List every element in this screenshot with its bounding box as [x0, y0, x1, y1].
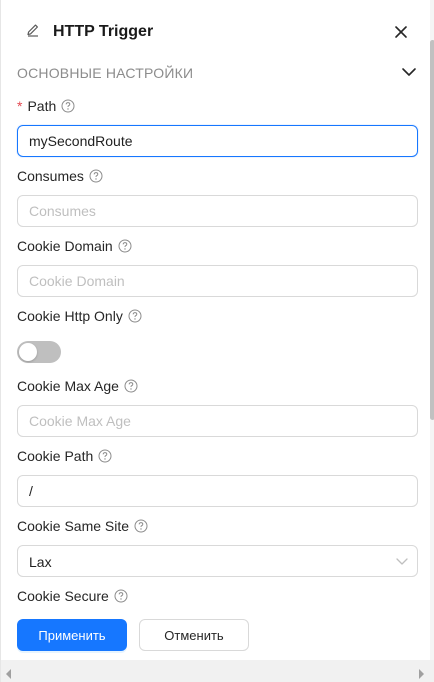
- section-title: ОСНОВНЫЕ НАСТРОЙКИ: [17, 65, 194, 81]
- cookie-same-site-label: Cookie Same Site: [17, 517, 148, 535]
- chevron-down-icon: [395, 554, 409, 568]
- cookie-max-age-label-text: Cookie Max Age: [17, 378, 119, 394]
- cookie-domain-label-text: Cookie Domain: [17, 238, 113, 254]
- consumes-input[interactable]: [17, 195, 418, 227]
- path-label-text: Path: [27, 98, 57, 114]
- consumes-label: Consumes: [17, 167, 103, 185]
- cookie-same-site-label-text: Cookie Same Site: [17, 518, 130, 534]
- cookie-secure-label-text: Cookie Secure: [17, 588, 109, 604]
- cookie-same-site-select[interactable]: Lax: [17, 545, 418, 577]
- cookie-same-site-value: Lax: [29, 554, 52, 570]
- close-icon[interactable]: [391, 22, 411, 42]
- scroll-left-icon[interactable]: [5, 666, 13, 679]
- question-circle-icon[interactable]: [124, 379, 138, 393]
- scroll-right-icon[interactable]: [417, 666, 425, 679]
- question-circle-icon[interactable]: [118, 239, 132, 253]
- cancel-button[interactable]: Отменить: [139, 619, 249, 651]
- vertical-scrollbar-thumb[interactable]: [430, 40, 434, 420]
- cookie-max-age-label: Cookie Max Age: [17, 377, 138, 395]
- cookie-path-label-text: Cookie Path: [17, 448, 94, 464]
- path-label: * Path: [17, 97, 75, 115]
- question-circle-icon[interactable]: [98, 449, 112, 463]
- question-circle-icon[interactable]: [114, 589, 128, 603]
- cookie-domain-label: Cookie Domain: [17, 237, 132, 255]
- cookie-domain-input[interactable]: [17, 265, 418, 297]
- cookie-http-only-toggle[interactable]: [17, 341, 61, 363]
- cookie-http-only-label: Cookie Http Only: [17, 307, 142, 325]
- apply-button[interactable]: Применить: [17, 619, 127, 651]
- edit-icon[interactable]: [25, 22, 41, 38]
- question-circle-icon[interactable]: [89, 169, 103, 183]
- question-circle-icon[interactable]: [128, 309, 142, 323]
- horizontal-scrollbar-thumb[interactable]: [15, 664, 415, 678]
- question-circle-icon[interactable]: [61, 99, 75, 113]
- cookie-path-label: Cookie Path: [17, 447, 112, 465]
- cookie-path-input[interactable]: [17, 475, 418, 507]
- horizontal-scrollbar[interactable]: [1, 660, 434, 682]
- required-mark: *: [17, 98, 23, 114]
- cookie-max-age-input[interactable]: [17, 405, 418, 437]
- section-header-basic-settings[interactable]: ОСНОВНЫЕ НАСТРОЙКИ: [17, 62, 419, 84]
- path-input[interactable]: [17, 125, 418, 157]
- consumes-label-text: Consumes: [17, 168, 84, 184]
- panel-header: HTTP Trigger: [1, 0, 429, 60]
- cookie-secure-label: Cookie Secure: [17, 587, 128, 605]
- panel-title: HTTP Trigger: [53, 23, 154, 40]
- cookie-http-only-label-text: Cookie Http Only: [17, 308, 123, 324]
- toggle-knob: [19, 343, 37, 361]
- vertical-scrollbar[interactable]: [430, 0, 434, 660]
- http-trigger-panel: HTTP Trigger ОСНОВНЫЕ НАСТРОЙКИ * Path C…: [0, 0, 434, 682]
- question-circle-icon[interactable]: [134, 519, 148, 533]
- chevron-down-icon[interactable]: [401, 64, 417, 80]
